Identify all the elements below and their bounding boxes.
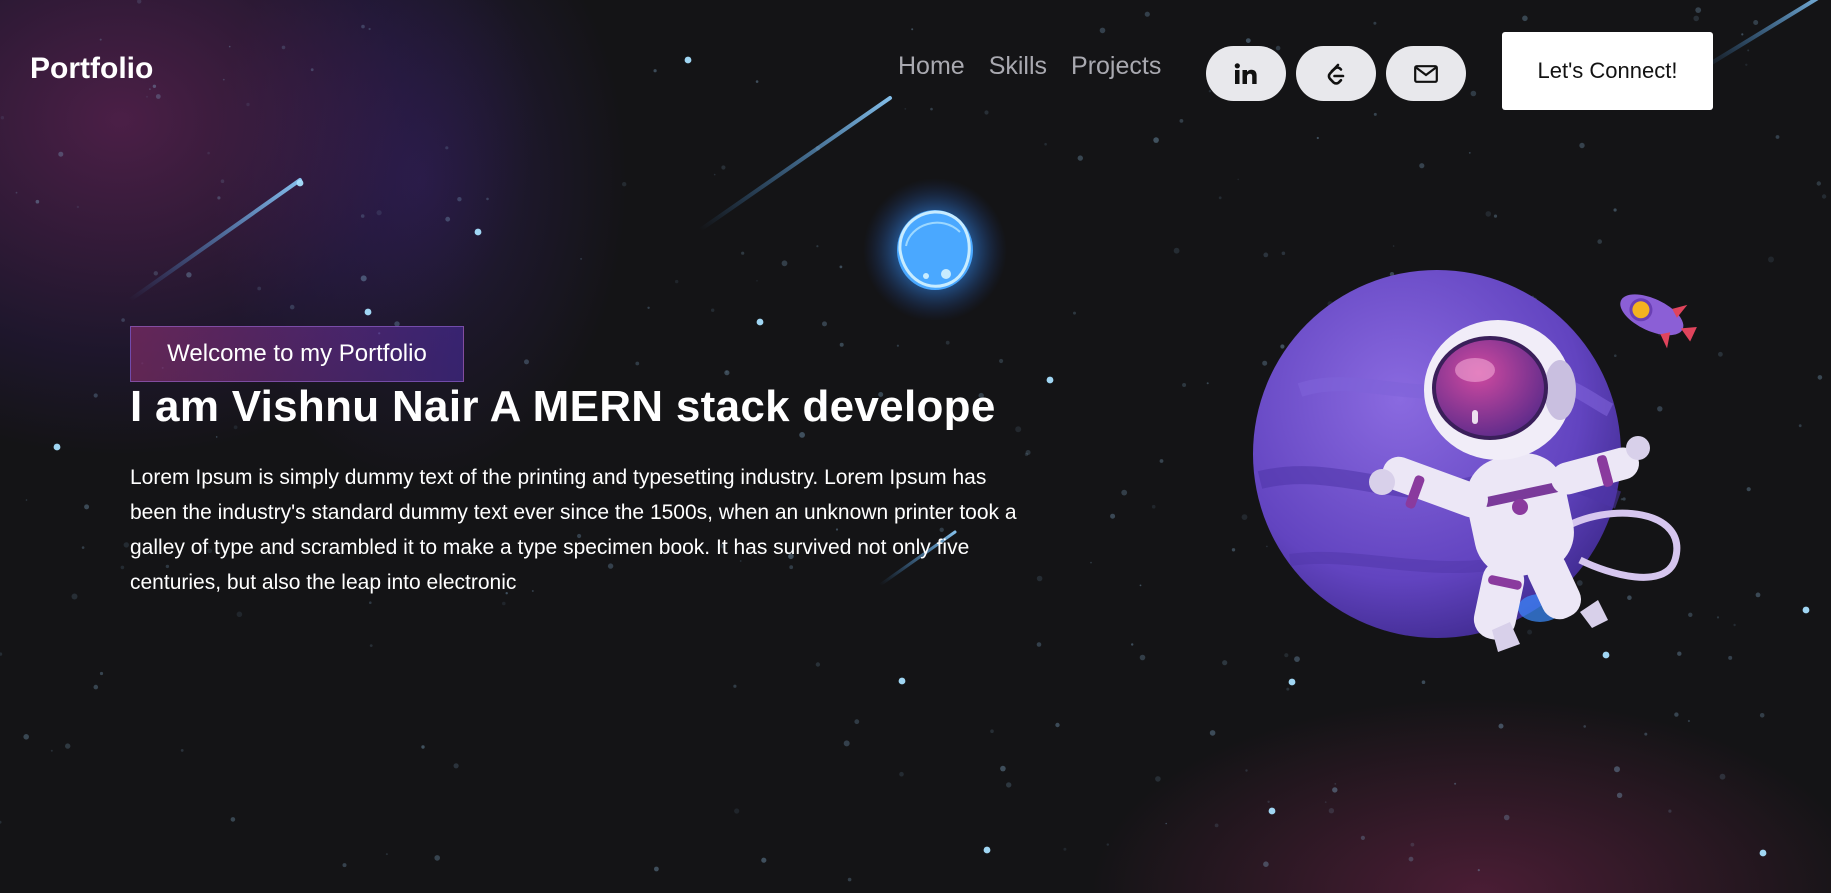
nav-projects-link[interactable]: Projects xyxy=(1071,52,1161,81)
brand-logo[interactable]: Portfolio xyxy=(30,52,153,86)
main-nav: Home Skills Projects xyxy=(898,52,1185,81)
hero-headline: I am Vishnu Nair A MERN stack develope xyxy=(130,382,996,431)
mail-icon xyxy=(1414,64,1438,83)
lets-connect-button[interactable]: Let's Connect! xyxy=(1502,32,1713,110)
mail-button[interactable] xyxy=(1386,46,1466,101)
linkedin-button[interactable] xyxy=(1206,46,1286,101)
social-links xyxy=(1206,46,1466,101)
linkedin-icon xyxy=(1234,62,1257,84)
leetcode-icon xyxy=(1327,63,1345,85)
astronaut-planet-illustration xyxy=(1253,270,1681,652)
welcome-tagline: Welcome to my Portfolio xyxy=(130,326,464,382)
nav-skills-link[interactable]: Skills xyxy=(989,52,1047,81)
glowing-orb xyxy=(863,178,1007,320)
leetcode-button[interactable] xyxy=(1296,46,1376,101)
nav-home-link[interactable]: Home xyxy=(898,52,965,81)
hero-intro-text: Lorem Ipsum is simply dummy text of the … xyxy=(130,466,1017,594)
portfolio-page: Portfolio Home Skills Projects Let's Con… xyxy=(0,0,1831,893)
